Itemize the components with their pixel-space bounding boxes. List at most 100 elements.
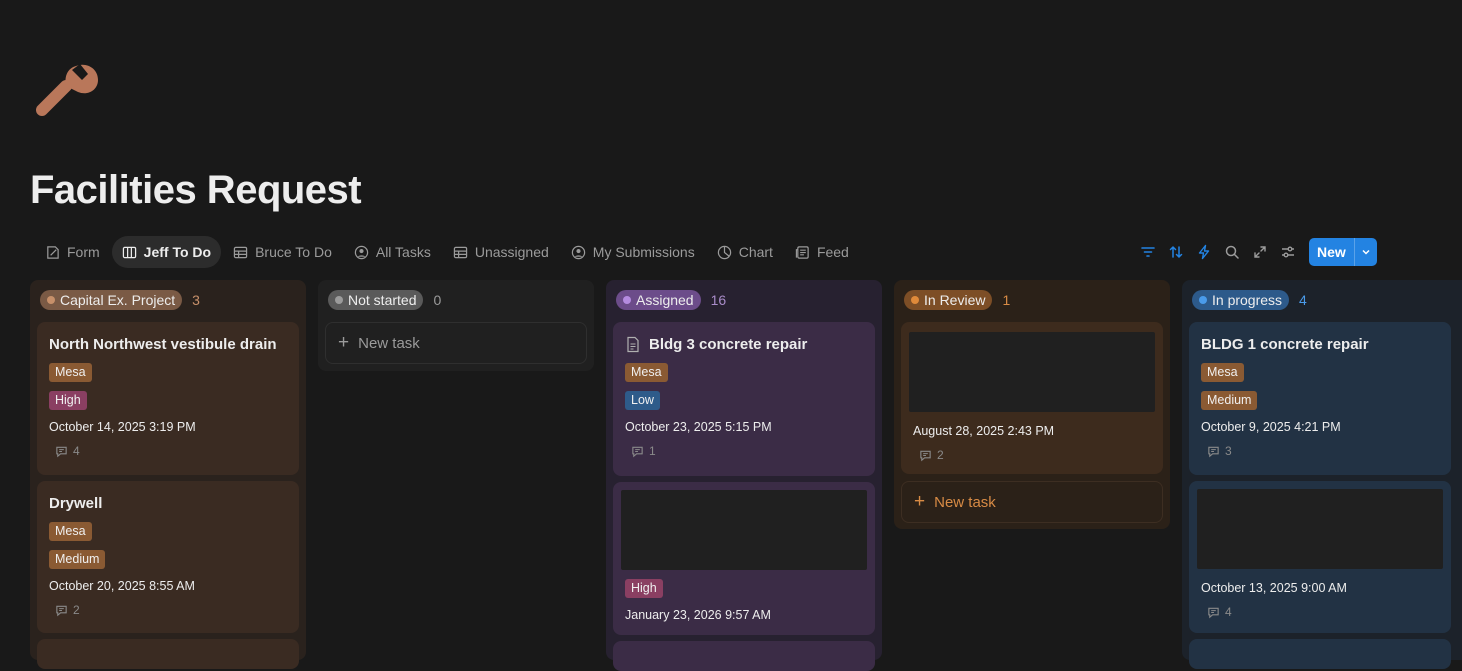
column-not-started: Not started 0 + New task [318,280,594,371]
task-card[interactable] [1189,639,1451,669]
feed-icon [795,245,809,259]
settings-icon[interactable] [1274,238,1302,266]
new-task-button[interactable]: + New task [325,322,587,364]
card-date: January 23, 2026 9:57 AM [625,608,771,622]
task-card[interactable]: August 28, 2025 2:43 PM 2 [901,322,1163,474]
column-header: Not started 0 [318,280,594,320]
status-pill[interactable]: Capital Ex. Project [40,290,183,310]
priority-tag: Medium [49,550,106,569]
card-date: August 28, 2025 2:43 PM [913,424,1055,438]
location-tag: Mesa [1201,363,1244,382]
new-button[interactable]: New [1309,238,1377,266]
person-circle-icon [571,245,585,259]
priority-tag: Medium [1201,391,1258,410]
task-card[interactable] [37,639,299,669]
comment-icon [1208,607,1219,618]
status-dot [335,296,343,304]
tab-label: All Tasks [375,244,431,260]
status-dot [911,296,919,304]
tab-label: Form [67,244,100,260]
search-icon[interactable] [1218,238,1246,266]
status-pill[interactable]: Assigned [616,290,701,310]
new-task-button[interactable]: + New task [901,481,1163,523]
tab-label: My Submissions [592,244,695,260]
status-label: In Review [924,292,986,308]
card-title: BLDG 1 concrete repair [1201,335,1369,353]
tab-all-tasks[interactable]: All Tasks [344,236,441,268]
tab-label: Chart [738,244,773,260]
status-pill[interactable]: Not started [328,290,424,310]
task-card[interactable]: North Northwest vestibule drain Mesa Hig… [37,322,299,475]
card-title: Drywell [49,494,103,512]
task-card[interactable]: BLDG 1 concrete repair Mesa Medium Octob… [1189,322,1451,475]
status-dot [1199,296,1207,304]
card-date: October 9, 2025 4:21 PM [1201,420,1341,434]
tab-label: Feed [816,244,849,260]
card-cover-image [1197,489,1443,569]
comment-count: 3 [1201,444,1439,458]
tab-bruce-to-do[interactable]: Bruce To Do [223,236,342,268]
comment-count: 2 [913,448,1151,462]
column-header: In progress 4 [1182,280,1462,320]
status-pill[interactable]: In Review [904,290,993,310]
tab-chart[interactable]: Chart [707,236,783,268]
wrench-icon [36,64,98,116]
tab-unassigned[interactable]: Unassigned [443,236,559,268]
task-card[interactable]: October 13, 2025 9:00 AM 4 [1189,481,1451,633]
plus-icon: + [914,491,926,512]
status-pill[interactable]: In progress [1192,290,1290,310]
table-icon [233,246,248,258]
priority-tag: Low [625,391,660,410]
person-circle-icon [354,245,369,259]
card-cover-image [621,490,867,570]
card-cover-image [909,332,1155,412]
comment-icon [56,446,67,457]
location-tag: Mesa [625,363,668,382]
automation-icon[interactable] [1190,238,1218,266]
task-card[interactable] [613,641,875,671]
comment-count: 4 [49,444,287,458]
pie-chart-icon [717,245,731,259]
comment-count: 4 [1201,605,1439,619]
column-assigned: Assigned 16 Bldg 3 concrete repair Mesa … [606,280,882,671]
column-header: Capital Ex. Project 3 [30,280,306,320]
task-card[interactable]: Drywell Mesa Medium October 20, 2025 8:5… [37,481,299,633]
comment-icon [920,450,931,461]
tab-form[interactable]: Form [35,236,110,268]
status-label: In progress [1212,292,1283,308]
plus-icon: + [338,332,350,353]
comment-count: 2 [49,603,287,617]
tab-feed[interactable]: Feed [785,236,859,268]
tab-my-submissions[interactable]: My Submissions [561,236,705,268]
comment-icon [56,605,67,616]
priority-tag: High [49,391,87,410]
column-header: In Review 1 [894,280,1170,320]
sort-icon[interactable] [1162,238,1190,266]
view-toolbar: New [1134,238,1377,266]
tab-jeff-to-do[interactable]: Jeff To Do [111,236,222,268]
table-icon [453,246,468,258]
new-button-label: New [1317,244,1346,260]
status-label: Not started [348,292,417,308]
column-capital-ex-project: Capital Ex. Project 3 North Northwest ve… [30,280,306,669]
task-card[interactable]: High January 23, 2026 9:57 AM [613,482,875,635]
comment-count: 1 [625,444,863,458]
column-count: 4 [1299,292,1307,308]
card-title: North Northwest vestibule drain [49,335,277,353]
column-count: 3 [192,292,200,308]
chevron-down-icon[interactable] [1353,238,1377,266]
filter-icon[interactable] [1134,238,1162,266]
tab-label: Bruce To Do [255,244,332,260]
column-header: Assigned 16 [606,280,882,320]
status-dot [623,296,631,304]
board-icon [122,246,136,258]
status-label: Capital Ex. Project [60,292,176,308]
view-tabs: Form Jeff To Do Bruce To Do All Tasks Un… [35,236,861,268]
expand-icon[interactable] [1246,238,1274,266]
comment-icon [632,446,643,457]
comment-icon [1208,446,1219,457]
tab-label: Jeff To Do [143,244,212,260]
task-card[interactable]: Bldg 3 concrete repair Mesa Low October … [613,322,875,476]
location-tag: Mesa [49,363,92,382]
card-title: Bldg 3 concrete repair [625,334,863,354]
